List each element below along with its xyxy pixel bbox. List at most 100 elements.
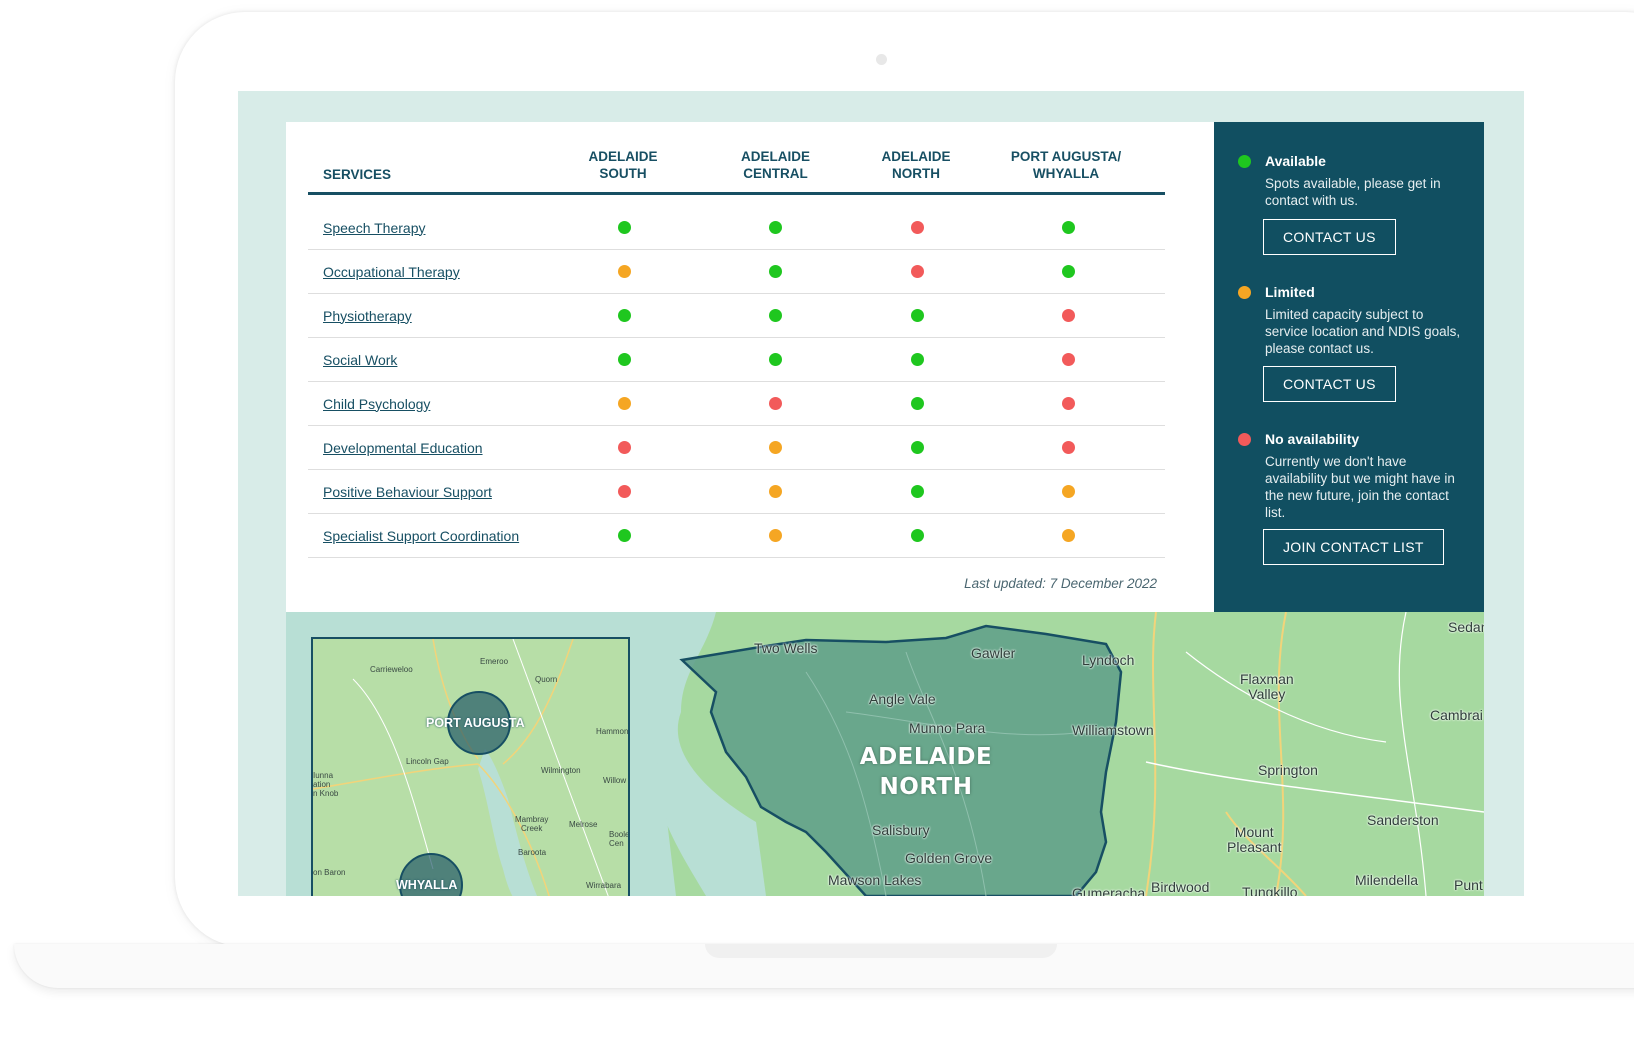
map-place-label: Munno Para xyxy=(909,720,986,736)
status-dot-available xyxy=(618,528,631,542)
status-dot-none xyxy=(1062,352,1075,366)
status-dot-none xyxy=(911,220,924,234)
status-dot-available xyxy=(769,308,782,322)
status-dot-none xyxy=(911,264,924,278)
service-link[interactable]: Occupational Therapy xyxy=(323,264,460,280)
status-dot-available xyxy=(618,352,631,366)
status-dot-available xyxy=(1062,264,1075,278)
status-dot-none xyxy=(1062,396,1075,410)
status-dot-available xyxy=(911,440,924,454)
inset-place-label: Willow xyxy=(603,776,627,785)
service-link[interactable]: Positive Behaviour Support xyxy=(323,484,492,500)
service-map[interactable]: ADELAIDE NORTH Two Wells Gawler Lyndoch … xyxy=(286,612,1484,896)
column-header-port-augusta-whyalla: PORT AUGUSTA/ WHYALLA xyxy=(1010,149,1122,181)
legend-description: Currently we don't have availability but… xyxy=(1265,454,1455,520)
inset-city-label: WHYALLA xyxy=(396,878,458,892)
table-row: Physiotherapy xyxy=(308,294,1165,338)
status-dot-limited xyxy=(1062,528,1075,542)
status-dot-limited xyxy=(769,484,782,498)
laptop-notch xyxy=(705,944,1057,958)
contact-us-button[interactable]: CONTACT US xyxy=(1263,219,1396,255)
screen: SERVICES ADELAIDE SOUTH ADELAIDE CENTRAL… xyxy=(238,91,1524,896)
inset-place-label: Wirrabara xyxy=(586,881,622,890)
column-header-adelaide-central: ADELAIDE CENTRAL xyxy=(740,149,810,181)
status-dot-none xyxy=(1062,440,1075,454)
map-place-label: Lyndoch xyxy=(1082,652,1135,668)
join-contact-list-button[interactable]: JOIN CONTACT LIST xyxy=(1263,529,1444,565)
red-dot-icon xyxy=(1238,433,1251,446)
map-place-label: Cambrai xyxy=(1430,707,1483,723)
inset-place-label: Boole Cen xyxy=(609,830,630,848)
column-header-adelaide-north: ADELAIDE NORTH xyxy=(881,149,951,181)
service-link[interactable]: Specialist Support Coordination xyxy=(323,528,519,544)
inset-map[interactable]: PORT AUGUSTA WHYALLA Carrieweloo Emeroo … xyxy=(311,637,630,896)
map-place-label: Two Wells xyxy=(754,640,818,656)
availability-table: SERVICES ADELAIDE SOUTH ADELAIDE CENTRAL… xyxy=(286,122,1215,612)
status-dot-available xyxy=(911,396,924,410)
column-header-adelaide-south: ADELAIDE SOUTH xyxy=(588,149,658,181)
map-place-label: Mawson Lakes xyxy=(828,872,922,888)
last-updated: Last updated: 7 December 2022 xyxy=(964,576,1157,591)
map-place-label: Golden Grove xyxy=(905,850,993,866)
service-link[interactable]: Social Work xyxy=(323,352,397,368)
map-place-label: Birdwood xyxy=(1151,879,1210,895)
status-dot-available xyxy=(618,220,631,234)
status-dot-none xyxy=(618,440,631,454)
service-link[interactable]: Speech Therapy xyxy=(323,220,425,236)
legend-description: Spots available, please get in contact w… xyxy=(1265,176,1441,208)
status-dot-available xyxy=(769,352,782,366)
map-place-label: Flaxman Valley xyxy=(1240,671,1294,702)
status-dot-available xyxy=(911,484,924,498)
map-place-label: Springton xyxy=(1258,762,1318,778)
status-dot-available xyxy=(618,308,631,322)
inset-place-label: Wilmington xyxy=(541,766,581,775)
inset-place-label: Iunna ation n Knob xyxy=(313,771,339,798)
table-row: Developmental Education xyxy=(308,426,1165,470)
legend-title: Available xyxy=(1265,153,1326,169)
camera-icon xyxy=(876,54,887,65)
map-place-label: Williamstown xyxy=(1072,722,1154,738)
status-dot-available xyxy=(769,264,782,278)
inset-place-label: Emeroo xyxy=(480,657,509,666)
map-place-label: Angle Vale xyxy=(869,691,936,707)
service-link[interactable]: Child Psychology xyxy=(323,396,430,412)
status-dot-none xyxy=(618,484,631,498)
map-place-label: Gawler xyxy=(971,645,1016,661)
status-dot-available xyxy=(911,352,924,366)
inset-map-graphic xyxy=(313,639,609,896)
map-place-label: Sanderston xyxy=(1367,812,1439,828)
map-place-label: Salisbury xyxy=(872,822,930,838)
service-link[interactable]: Developmental Education xyxy=(323,440,483,456)
table-row: Specialist Support Coordination xyxy=(308,514,1165,558)
inset-place-label: Hammond xyxy=(596,727,630,736)
inset-city-label: PORT AUGUSTA xyxy=(426,716,525,730)
inset-place-label: on Baron xyxy=(313,868,346,877)
inset-place-label: Baroota xyxy=(518,848,547,857)
status-dot-limited xyxy=(769,528,782,542)
status-dot-limited xyxy=(618,264,631,278)
region-label-adelaide-north: ADELAIDE NORTH xyxy=(859,744,993,800)
status-dot-available xyxy=(769,220,782,234)
legend-description: Limited capacity subject to service loca… xyxy=(1265,307,1461,356)
green-dot-icon xyxy=(1238,155,1251,168)
status-dot-available xyxy=(911,528,924,542)
inset-place-label: Lincoln Gap xyxy=(406,757,449,766)
table-row: Occupational Therapy xyxy=(308,250,1165,294)
status-dot-limited xyxy=(618,396,631,410)
inset-place-label: Mambray Creek xyxy=(515,815,549,833)
map-place-label: Tungkillo xyxy=(1242,884,1298,896)
legend-panel: Available Spots available, please get in… xyxy=(1214,122,1484,612)
map-place-label: Mount Pleasant xyxy=(1227,824,1282,855)
status-dot-limited xyxy=(1062,484,1075,498)
contact-us-button[interactable]: CONTACT US xyxy=(1263,366,1396,402)
services-header: SERVICES xyxy=(323,167,392,182)
orange-dot-icon xyxy=(1238,286,1251,299)
service-link[interactable]: Physiotherapy xyxy=(323,308,412,324)
status-dot-available xyxy=(1062,220,1075,234)
table-row: Speech Therapy xyxy=(308,206,1165,250)
table-row: Child Psychology xyxy=(308,382,1165,426)
map-place-label: Punt xyxy=(1454,877,1483,893)
status-dot-none xyxy=(769,396,782,410)
inset-place-label: Carrieweloo xyxy=(370,665,413,674)
map-place-label: Sedan xyxy=(1448,619,1484,635)
